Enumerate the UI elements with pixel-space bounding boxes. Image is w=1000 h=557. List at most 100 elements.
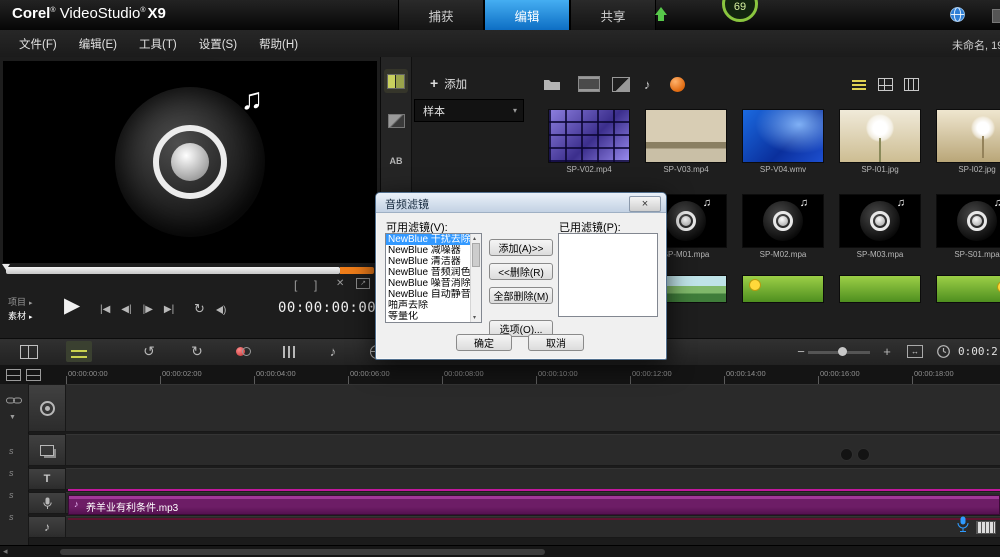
scrollbar-thumb[interactable] <box>60 549 545 555</box>
scroll-left-icon[interactable]: ◂ <box>3 546 8 557</box>
sound-mixer-button[interactable] <box>276 341 302 362</box>
timeline-view-button[interactable] <box>66 341 92 362</box>
show-audio-button[interactable]: ♪ <box>644 76 651 92</box>
audio-clip[interactable]: ♪ 养羊业有利条件.mp3 <box>68 495 1000 515</box>
timeline-ruler[interactable]: 00:00:00:00 00:00:02:00 00:00:04:00 00:00:0… <box>0 365 1000 385</box>
menu-item-tools[interactable]: 工具(T) <box>128 36 188 52</box>
filter-list-item[interactable]: NewBlue 自动静音 <box>386 289 471 300</box>
go-start-button[interactable]: |◀ <box>100 304 110 315</box>
library-thumbnail[interactable]: ♫ SP-M02.mpa <box>743 195 823 259</box>
mark-in-button[interactable]: [ <box>294 278 297 292</box>
zoom-slider-handle[interactable] <box>838 347 847 356</box>
window-menu-icon[interactable] <box>992 9 1000 23</box>
menu-item-edit[interactable]: 编辑(E) <box>68 36 128 52</box>
timeline-scrollbar[interactable]: ◂ <box>0 545 1000 557</box>
enlarge-preview-button[interactable]: ↗ <box>356 278 370 289</box>
ripple-toggle-icon[interactable]: s <box>9 512 14 522</box>
title-track[interactable] <box>66 468 1000 490</box>
preview-timecode[interactable]: 00:00:00:00 <box>278 300 376 316</box>
play-button[interactable]: ▶ <box>64 295 80 316</box>
list-view-button[interactable] <box>878 76 893 92</box>
show-videos-button[interactable] <box>578 76 600 92</box>
library-thumbnail[interactable]: ♫ SP-S01.mpa <box>937 195 1000 259</box>
scroll-down-icon[interactable]: ▾ <box>473 314 476 321</box>
video-track-header[interactable] <box>28 384 66 432</box>
repeat-button[interactable]: ↻ <box>194 301 205 317</box>
library-thumbnail[interactable] <box>743 276 823 302</box>
seek-bar[interactable] <box>6 267 340 274</box>
undo-button[interactable]: ↺ <box>136 341 162 362</box>
gallery-selector[interactable]: 样本 ▾ <box>414 99 524 122</box>
media-panel-button[interactable] <box>384 69 408 93</box>
remove-all-button[interactable]: 全部删除(M) <box>489 287 553 304</box>
title-panel-button[interactable]: AB <box>384 149 408 173</box>
globe-icon[interactable] <box>950 7 965 27</box>
track-manager-icon[interactable] <box>6 369 21 381</box>
remove-filter-button[interactable]: <<删除(R) <box>489 263 553 280</box>
library-thumbnail[interactable]: SP-I02.jpg <box>937 110 1000 174</box>
prev-frame-button[interactable]: ◀| <box>121 304 131 315</box>
list-scrollbar[interactable]: ▴ ▾ <box>470 234 481 322</box>
transitions-panel-button[interactable] <box>384 109 408 133</box>
ripple-toggle-icon[interactable]: s <box>9 468 14 478</box>
filter-list-item[interactable]: NewBlue 干扰去除器 <box>386 234 471 245</box>
scroll-up-icon[interactable]: ▴ <box>473 235 476 242</box>
music-track-header[interactable]: ♪ <box>28 516 66 538</box>
title-track-header[interactable]: T <box>28 468 66 490</box>
library-thumbnail[interactable]: SP-V04.wmv <box>743 110 823 174</box>
library-thumbnail[interactable]: ♫ SP-M03.mpa <box>840 195 920 259</box>
library-thumbnail[interactable]: SP-V02.mp4 <box>549 110 629 174</box>
library-thumbnail[interactable]: SP-V03.mp4 <box>646 110 726 174</box>
sort-button[interactable] <box>852 76 866 92</box>
overlay-track-header[interactable] <box>28 434 66 466</box>
duration-clock-button[interactable] <box>930 341 956 362</box>
track-edit-icon[interactable] <box>26 369 41 381</box>
menu-item-help[interactable]: 帮助(H) <box>248 36 309 52</box>
preview-video-area[interactable]: ♫ <box>3 61 377 263</box>
tab-share[interactable]: 共享 <box>570 0 656 30</box>
filter-list-item[interactable]: 啪声去除 <box>386 300 471 311</box>
fit-timeline-button[interactable]: ↔ <box>902 341 928 362</box>
chain-link-icon[interactable] <box>6 396 22 405</box>
available-filters-listbox[interactable]: NewBlue 干扰去除器NewBlue 减噪器NewBlue 清洁器NewBl… <box>385 233 482 323</box>
upload-arrow-icon[interactable] <box>654 7 668 23</box>
add-folder-button[interactable]: + 添加 <box>430 75 467 92</box>
ripple-toggle-icon[interactable]: s <box>9 446 14 456</box>
ok-button[interactable]: 确定 <box>456 334 512 351</box>
zoom-in-button[interactable]: + <box>874 341 900 362</box>
redo-button[interactable]: ↻ <box>184 341 210 362</box>
show-3d-button[interactable] <box>670 76 685 92</box>
filter-list-item[interactable]: 等量化 <box>386 311 471 322</box>
list-scrollbar-thumb[interactable] <box>472 243 480 267</box>
tab-edit[interactable]: 编辑 <box>484 0 570 30</box>
thumbnail-view-button[interactable] <box>904 76 919 92</box>
playhead-marker[interactable] <box>2 264 10 270</box>
dialog-close-button[interactable]: × <box>629 196 661 212</box>
record-capture-button[interactable] <box>230 341 256 362</box>
library-thumbnail[interactable]: SP-I01.jpg <box>840 110 920 174</box>
keyboard-icon[interactable] <box>976 521 996 534</box>
video-track[interactable] <box>66 384 1000 432</box>
cancel-button[interactable]: 取消 <box>528 334 584 351</box>
ripple-toggle-icon[interactable]: s <box>9 490 14 500</box>
mark-out-button[interactable]: ] <box>314 278 317 292</box>
zoom-slider[interactable] <box>808 347 870 356</box>
browse-button[interactable] <box>544 76 560 92</box>
menu-item-file[interactable]: 文件(F) <box>8 36 68 52</box>
storyboard-view-button[interactable] <box>16 341 42 362</box>
tab-capture[interactable]: 捕获 <box>398 0 484 30</box>
filter-list-item[interactable]: NewBlue 音频润色 <box>386 267 471 278</box>
add-filter-button[interactable]: 添加(A)>> <box>489 239 553 256</box>
filter-list-item[interactable]: NewBlue 清洁器 <box>386 256 471 267</box>
volume-button[interactable]: ) <box>216 305 226 316</box>
library-thumbnail[interactable] <box>937 276 1000 302</box>
applied-filters-listbox[interactable] <box>558 233 658 317</box>
filter-list-item[interactable]: NewBlue 减噪器 <box>386 245 471 256</box>
seek-bar-end-handle[interactable] <box>340 267 374 274</box>
mode-clip-label[interactable]: 素材 ▸ <box>8 309 33 322</box>
next-frame-button[interactable]: |▶ <box>143 304 153 315</box>
voiceover-button[interactable] <box>957 516 969 538</box>
show-photos-button[interactable] <box>612 76 630 92</box>
voice-track-header[interactable] <box>28 492 66 514</box>
menu-item-settings[interactable]: 设置(S) <box>188 36 248 52</box>
